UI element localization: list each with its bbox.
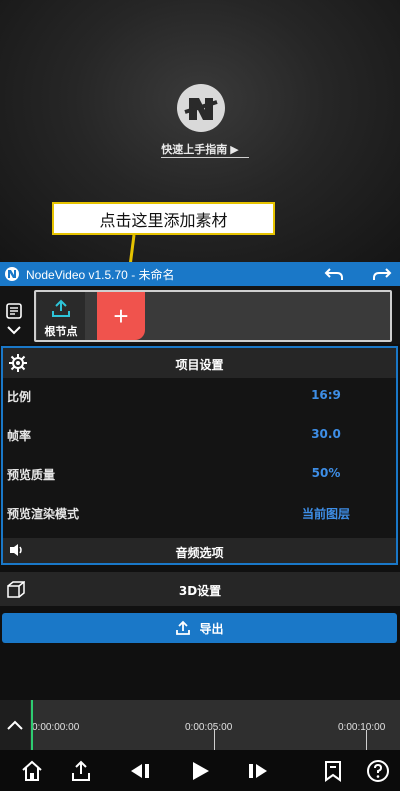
list-icon[interactable] bbox=[6, 303, 22, 319]
upload-icon bbox=[176, 620, 191, 635]
upload-icon bbox=[52, 299, 70, 317]
guide-underline bbox=[161, 157, 249, 158]
bookmark-icon[interactable] bbox=[321, 759, 345, 783]
app-logo-icon bbox=[5, 267, 19, 281]
prev-keyframe-icon[interactable] bbox=[128, 759, 152, 783]
bottom-toolbar bbox=[0, 750, 400, 791]
export-button[interactable]: 导出 bbox=[2, 613, 397, 643]
redo-icon[interactable] bbox=[372, 265, 392, 283]
tick-label: 0:00:00:00 bbox=[32, 722, 80, 733]
setting-row-aspect-ratio[interactable]: 比例 16:9 bbox=[3, 382, 396, 410]
tick-label: 0:00:10:00 bbox=[338, 722, 386, 733]
setting-label: 比例 bbox=[7, 390, 32, 404]
root-node-label: 根节点 bbox=[44, 325, 78, 338]
undo-icon[interactable] bbox=[324, 265, 344, 283]
play-icon[interactable] bbox=[188, 759, 212, 783]
setting-value[interactable]: 30.0 bbox=[263, 427, 389, 441]
audio-options-title: 音频选项 bbox=[175, 546, 224, 560]
next-keyframe-icon[interactable] bbox=[246, 759, 270, 783]
setting-row-render-mode[interactable]: 预览渲染模式 当前图层 bbox=[3, 499, 396, 527]
chevron-up-icon[interactable] bbox=[6, 718, 24, 732]
project-title: NodeVideo v1.5.70 - 未命名 bbox=[26, 267, 175, 282]
home-icon[interactable] bbox=[20, 759, 44, 783]
help-icon[interactable] bbox=[366, 759, 390, 783]
3d-settings-header[interactable]: 3D设置 bbox=[0, 572, 400, 606]
playhead[interactable] bbox=[31, 700, 33, 750]
share-icon[interactable] bbox=[69, 759, 93, 783]
setting-value[interactable]: 50% bbox=[263, 466, 389, 480]
title-bar: NodeVideo v1.5.70 - 未命名 bbox=[0, 262, 400, 286]
tick-label: 0:00:05:00 bbox=[185, 722, 233, 733]
setting-label: 预览质量 bbox=[7, 468, 56, 482]
time-ruler[interactable]: 0:00:00:00 0:00:05:00 0:00:10:00 bbox=[0, 700, 400, 750]
setting-value[interactable]: 16:9 bbox=[263, 388, 389, 402]
settings-header: 项目设置 bbox=[3, 348, 396, 378]
setting-value[interactable]: 当前图层 bbox=[263, 505, 389, 522]
tick-mark bbox=[214, 730, 215, 750]
export-label: 导出 bbox=[199, 621, 224, 636]
setting-row-frame-rate[interactable]: 帧率 30.0 bbox=[3, 421, 396, 449]
quick-start-guide-link[interactable]: 快速上手指南 ▶ bbox=[0, 141, 400, 157]
root-node[interactable]: 根节点 bbox=[37, 292, 85, 340]
add-media-tooltip: 点击这里添加素材 bbox=[52, 202, 275, 235]
ruler-track[interactable]: 0:00:00:00 0:00:05:00 0:00:10:00 bbox=[30, 700, 400, 750]
setting-row-preview-quality[interactable]: 预览质量 50% bbox=[3, 460, 396, 488]
settings-title: 项目设置 bbox=[175, 358, 224, 372]
add-media-button[interactable]: + bbox=[97, 292, 145, 340]
chevron-down-icon[interactable] bbox=[6, 324, 22, 336]
app-logo-icon bbox=[177, 84, 225, 132]
tick-mark bbox=[366, 730, 367, 750]
node-track bbox=[34, 290, 392, 342]
setting-label: 预览渲染模式 bbox=[7, 507, 80, 521]
audio-options-header[interactable]: 音频选项 bbox=[3, 538, 396, 563]
setting-label: 帧率 bbox=[7, 429, 32, 443]
3d-settings-title: 3D设置 bbox=[178, 584, 222, 598]
project-settings-panel: 项目设置 比例 16:9 帧率 30.0 预览质量 50% 预览渲染模式 当前图… bbox=[1, 346, 398, 565]
